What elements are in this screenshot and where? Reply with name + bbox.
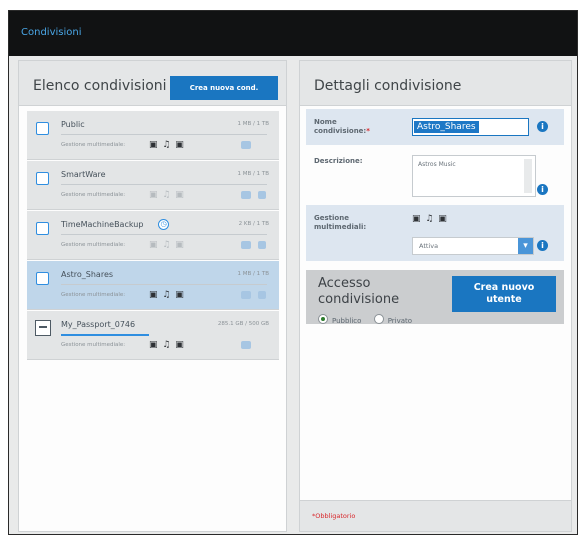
new-share-button[interactable]: Crea nuova cond. (170, 76, 278, 100)
share-name: Astro_Shares (61, 270, 114, 279)
share-details-panel: Dettagli condivisione Nome condivisione:… (299, 60, 572, 532)
delete-icon[interactable] (258, 191, 266, 199)
edit-icon[interactable] (241, 241, 251, 249)
share-row-public[interactable]: Public 1 MB / 1 TB Gestione multimediale… (27, 111, 279, 160)
edit-icon[interactable] (241, 191, 251, 199)
share-access-title: Accesso condivisione (318, 276, 399, 308)
radio-public[interactable] (318, 314, 328, 324)
radio-private[interactable] (373, 314, 384, 324)
share-details-title: Dettagli condivisione (314, 78, 462, 94)
media-icons: ▣ ♫ ▣ (149, 340, 185, 350)
share-name-label-text: Nome condivisione: (314, 118, 367, 135)
radio-private-label[interactable]: Privato (388, 317, 412, 325)
info-icon[interactable]: i (537, 121, 548, 132)
required-note: *Obbligatorio (312, 512, 356, 520)
share-list-panel: Elenco condivisioni Crea nuova cond. Pub… (18, 60, 287, 532)
share-list-title: Elenco condivisioni (33, 78, 167, 94)
description-value: Astros Music (418, 161, 456, 168)
required-mark: * (366, 127, 370, 135)
media-label: Gestione multimediale: (61, 242, 126, 248)
usage-bar (61, 134, 267, 135)
media-icons: ▣ ♫ ▣ (149, 240, 185, 250)
create-user-button[interactable]: Crea nuovo utente (452, 276, 556, 312)
share-size: 1 MB / 1 TB (237, 171, 270, 177)
share-details-header: Dettagli condivisione (300, 61, 571, 106)
share-row-my-passport[interactable]: My_Passport_0746 285.1 GB / 500 GB Gesti… (27, 311, 279, 360)
usage-bar (61, 184, 267, 185)
share-checkbox[interactable] (36, 122, 49, 135)
share-checkbox[interactable] (36, 272, 49, 285)
description-label: Descrizione: (314, 157, 363, 165)
media-icons: ▣ ♫ ▣ (149, 140, 185, 150)
chevron-down-icon[interactable]: ▾ (518, 238, 533, 254)
section-title[interactable]: Condivisioni (21, 27, 81, 38)
media-management-row: Gestione multimediali: ▣ ♫ ▣ Attiva ▾ i (306, 205, 564, 261)
share-access-title-line2: condivisione (318, 292, 400, 307)
info-icon[interactable]: i (537, 240, 548, 251)
edit-icon[interactable] (241, 341, 251, 349)
share-size: 285.1 GB / 500 GB (217, 321, 269, 327)
radio-public-label[interactable]: Pubblico (332, 317, 361, 325)
share-row-smartware[interactable]: SmartWare 1 MB / 1 TB Gestione multimedi… (27, 161, 279, 210)
share-name-value: Astro_Shares (414, 121, 479, 133)
media-icons: ▣ ♫ ▣ (149, 290, 185, 300)
usage-bar (61, 284, 267, 285)
media-icons: ▣ ♫ ▣ (149, 190, 185, 200)
edit-icon[interactable] (241, 291, 251, 299)
info-icon[interactable]: i (537, 184, 548, 195)
share-name: TimeMachineBackup (61, 220, 144, 229)
drive-icon (35, 320, 51, 336)
usage-bar (61, 334, 149, 336)
delete-icon[interactable] (258, 241, 266, 249)
description-textarea[interactable]: Astros Music (412, 155, 536, 197)
share-size: 1 MB / 1 TB (237, 121, 270, 127)
media-management-label: Gestione multimediali: (314, 214, 367, 231)
share-row-timemachine[interactable]: TimeMachineBackup ◷ 2 KB / 1 TB Gestione… (27, 211, 279, 260)
share-size: 2 KB / 1 TB (238, 221, 269, 227)
details-footer: *Obbligatorio (300, 500, 571, 531)
share-list-header: Elenco condivisioni Crea nuova cond. (19, 61, 286, 106)
share-name-input[interactable]: Astro_Shares (412, 118, 529, 136)
textarea-scrollbar[interactable] (524, 159, 532, 193)
share-row-astro-shares[interactable]: Astro_Shares 1 MB / 1 TB Gestione multim… (27, 261, 279, 310)
usage-bar (61, 234, 267, 235)
media-icons: ▣ ♫ ▣ (412, 214, 448, 224)
share-size: 1 MB / 1 TB (237, 271, 270, 277)
media-label: Gestione multimediale: (61, 342, 126, 348)
media-label: Gestione multimediale: (61, 292, 126, 298)
media-status-select[interactable]: Attiva ▾ (412, 237, 534, 255)
delete-icon[interactable] (258, 291, 266, 299)
share-name-row: Nome condivisione:* Astro_Shares i (306, 109, 564, 145)
clock-icon: ◷ (158, 219, 169, 230)
description-row: Descrizione: Astros Music i (306, 149, 564, 203)
create-user-label-line1: Crea nuovo (473, 282, 535, 293)
share-name-label: Nome condivisione:* (314, 118, 384, 136)
share-access-section: Accesso condivisione Crea nuovo utente P… (306, 270, 564, 325)
access-radio-group: Pubblico Privato (318, 314, 412, 325)
share-access-title-line1: Accesso (318, 276, 371, 291)
top-bar: Condivisioni (9, 11, 577, 56)
share-name: Public (61, 120, 85, 129)
media-label: Gestione multimediale: (61, 192, 126, 198)
share-name: SmartWare (61, 170, 106, 179)
share-checkbox[interactable] (36, 222, 49, 235)
edit-icon[interactable] (241, 141, 251, 149)
share-checkbox[interactable] (36, 172, 49, 185)
share-name: My_Passport_0746 (61, 320, 136, 329)
media-label: Gestione multimediale: (61, 142, 126, 148)
create-user-label-line2: utente (486, 294, 522, 305)
media-status-value: Attiva (419, 242, 439, 250)
